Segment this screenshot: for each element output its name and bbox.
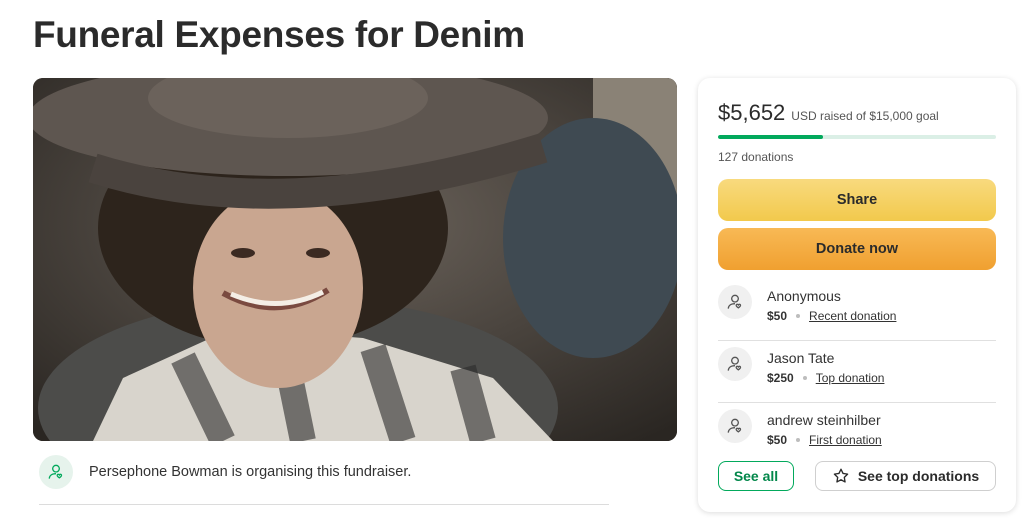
donation-item: Anonymous $50 Recent donation (718, 279, 996, 341)
raised-summary: $5,652 USD raised of $15,000 goal (718, 100, 939, 126)
donor-icon (718, 347, 752, 381)
donor-icon (718, 285, 752, 319)
star-icon (832, 467, 850, 485)
donor-name: Anonymous (767, 288, 841, 304)
raised-amount: $5,652 (718, 100, 786, 125)
donation-item: andrew steinhilber $50 First donation (718, 403, 996, 465)
share-button[interactable]: Share (718, 179, 996, 221)
donation-tag-link[interactable]: Top donation (816, 371, 885, 385)
donation-card: $5,652 USD raised of $15,000 goal 127 do… (698, 78, 1016, 512)
donate-now-button[interactable]: Donate now (718, 228, 996, 270)
donation-tag-link[interactable]: Recent donation (809, 309, 896, 323)
organiser-text: Persephone Bowman is organising this fun… (89, 464, 412, 480)
donation-meta: $250 Top donation (767, 371, 884, 385)
donation-meta: $50 First donation (767, 433, 882, 447)
photo-illustration (33, 78, 677, 441)
donations-count: 127 donations (718, 150, 794, 164)
separator-dot (796, 314, 801, 318)
see-all-button[interactable]: See all (718, 461, 794, 491)
donor-name: Jason Tate (767, 350, 835, 366)
fundraiser-photo[interactable] (33, 78, 677, 441)
separator-dot (796, 438, 801, 442)
donation-amount: $250 (767, 371, 794, 385)
see-top-donations-button[interactable]: See top donations (815, 461, 996, 491)
separator-dot (802, 376, 807, 380)
progress-bar (718, 135, 996, 139)
organiser-row: Persephone Bowman is organising this fun… (39, 455, 609, 505)
donation-meta: $50 Recent donation (767, 309, 896, 323)
donation-amount: $50 (767, 309, 788, 323)
donor-name: andrew steinhilber (767, 412, 881, 428)
donation-item: Jason Tate $250 Top donation (718, 341, 996, 403)
donor-icon (718, 409, 752, 443)
goal-text: USD raised of $15,000 goal (791, 109, 939, 123)
donation-tag-link[interactable]: First donation (809, 433, 882, 447)
donation-amount: $50 (767, 433, 788, 447)
see-top-donations-label: See top donations (857, 468, 980, 484)
progress-fill (718, 135, 823, 139)
page-title: Funeral Expenses for Denim (33, 14, 525, 55)
person-heart-icon (39, 455, 73, 489)
